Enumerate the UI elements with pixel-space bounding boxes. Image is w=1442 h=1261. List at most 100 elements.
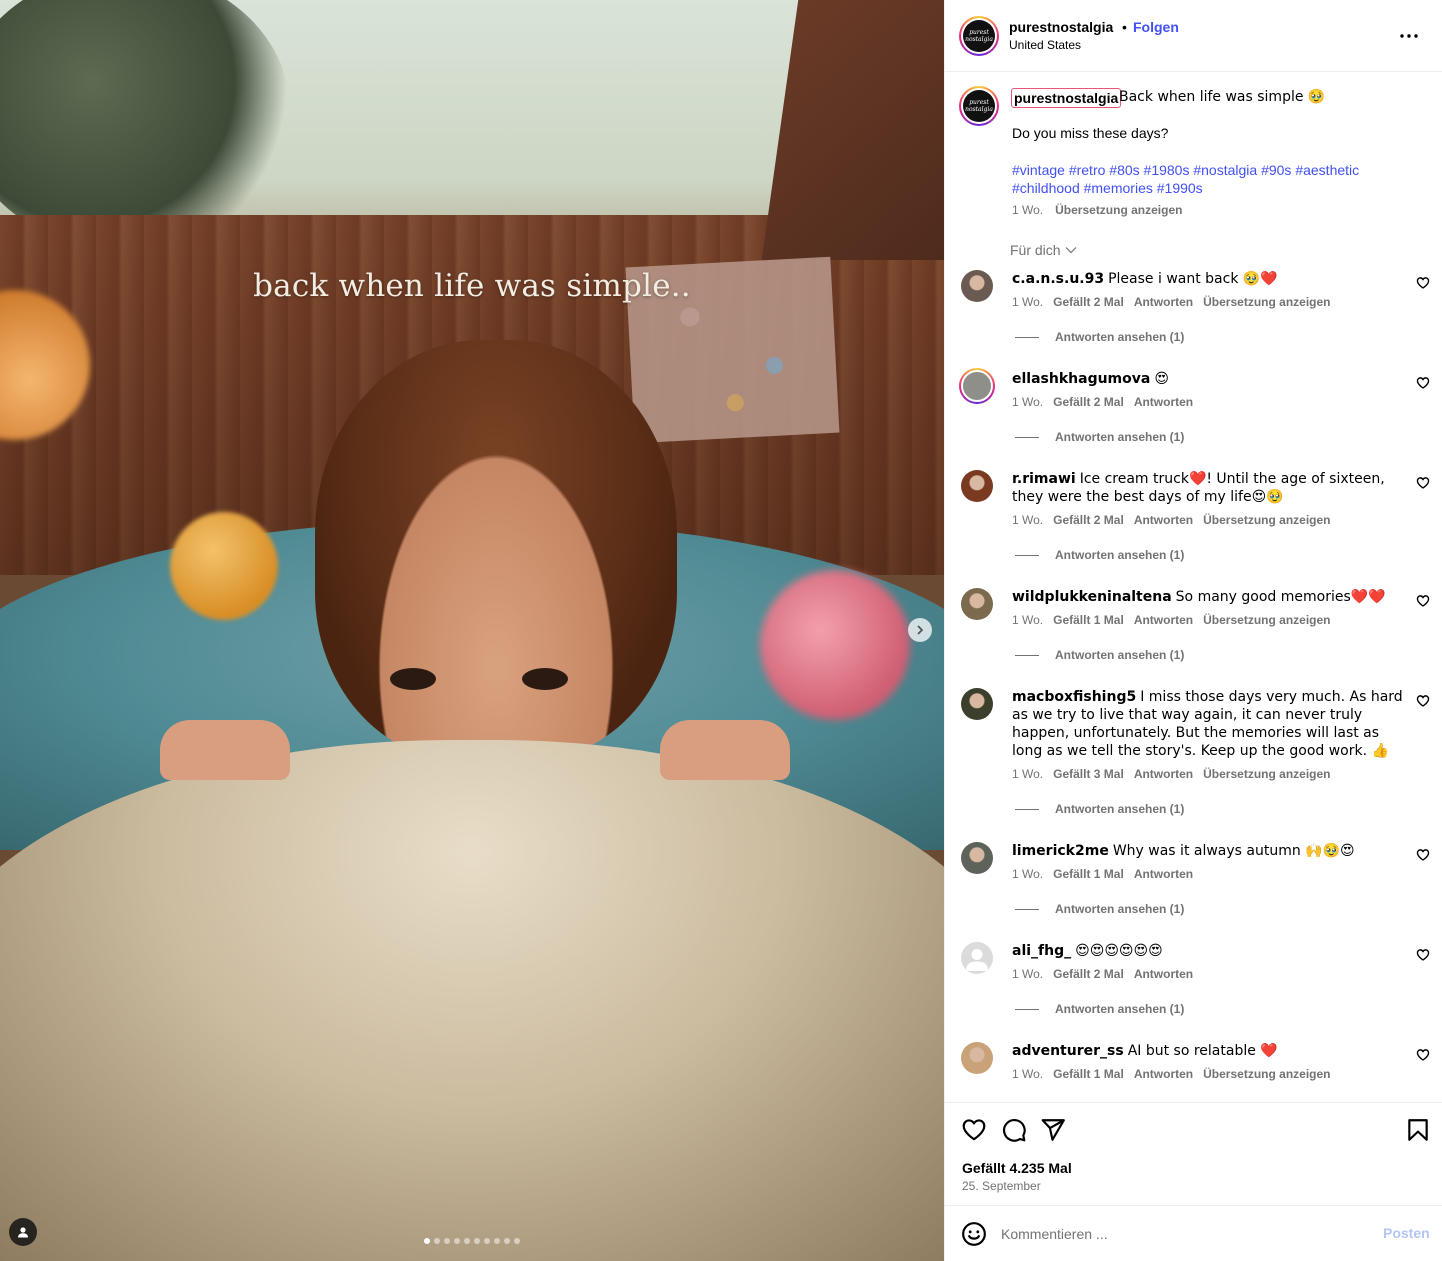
view-replies-button[interactable]: Antworten ansehen (1)	[1015, 330, 1184, 344]
comment-likes[interactable]: Gefällt 1 Mal	[1053, 613, 1124, 627]
post-image[interactable]: back when life was simple..	[0, 0, 944, 1261]
translate-button[interactable]: Übersetzung anzeigen	[1203, 1067, 1330, 1081]
reply-button[interactable]: Antworten	[1134, 513, 1193, 527]
view-replies-button[interactable]: Antworten ansehen (1)	[1015, 802, 1184, 816]
post-comment-button[interactable]: Posten	[1383, 1225, 1430, 1241]
avatar[interactable]	[959, 368, 995, 404]
comment-icon[interactable]	[1001, 1117, 1027, 1143]
comment-username[interactable]: c.a.n.s.u.93	[1012, 271, 1104, 287]
view-replies-label: Antworten ansehen (1)	[1055, 430, 1185, 444]
reply-button[interactable]: Antworten	[1134, 967, 1193, 981]
follow-button[interactable]: Folgen	[1133, 19, 1179, 35]
comment-body: adventurer_ss AI but so relatable ❤️	[1012, 1042, 1404, 1060]
heart-icon[interactable]	[1416, 694, 1430, 708]
post-date[interactable]: 25. September	[962, 1179, 1041, 1193]
view-replies-button[interactable]: Antworten ansehen (1)	[1015, 648, 1184, 662]
photo-pink-ball	[760, 570, 910, 720]
heart-icon[interactable]	[1416, 848, 1430, 862]
heart-icon[interactable]	[1416, 476, 1430, 490]
translate-button[interactable]: Übersetzung anzeigen	[1203, 513, 1330, 527]
reply-button[interactable]: Antworten	[1134, 295, 1193, 309]
view-replies-button[interactable]: Antworten ansehen (1)	[1015, 548, 1184, 562]
location-link[interactable]: United States	[1009, 38, 1081, 52]
emoji-icon[interactable]	[961, 1221, 987, 1247]
comment-input[interactable]	[1001, 1224, 1361, 1244]
reply-button[interactable]: Antworten	[1134, 613, 1193, 627]
caption-username[interactable]: purestnostalgia	[1011, 88, 1122, 108]
comment-time[interactable]: 1 Wo.	[1012, 395, 1043, 409]
caption-time[interactable]: 1 Wo.	[1012, 203, 1043, 217]
comment-meta: 1 Wo. Gefällt 2 Mal Antworten Übersetzung a…	[1012, 513, 1341, 527]
translate-button[interactable]: Übersetzung anzeigen	[1055, 203, 1182, 217]
comment-username[interactable]: limerick2me	[1012, 843, 1109, 859]
comment-username[interactable]: wildplukkeninaltena	[1012, 589, 1172, 605]
comment-time[interactable]: 1 Wo.	[1012, 767, 1043, 781]
avatar[interactable]	[961, 270, 993, 302]
comment-time[interactable]: 1 Wo.	[1012, 295, 1043, 309]
translate-button[interactable]: Übersetzung anzeigen	[1203, 295, 1330, 309]
view-replies-button[interactable]: Antworten ansehen (1)	[1015, 1002, 1184, 1016]
carousel-next-button[interactable]	[908, 618, 932, 642]
avatar[interactable]	[961, 1042, 993, 1074]
avatar[interactable]	[961, 942, 993, 974]
comment-body: c.a.n.s.u.93 Please i want back 🥹❤️	[1012, 270, 1404, 288]
comment-likes[interactable]: Gefällt 3 Mal	[1053, 767, 1124, 781]
avatar[interactable]	[961, 588, 993, 620]
comment-likes[interactable]: Gefällt 2 Mal	[1053, 967, 1124, 981]
comment-time[interactable]: 1 Wo.	[1012, 867, 1043, 881]
caption-meta: 1 Wo. Übersetzung anzeigen	[1012, 203, 1182, 217]
chevron-right-icon	[917, 625, 923, 635]
comment-username[interactable]: r.rimawi	[1012, 471, 1076, 487]
comment-username[interactable]: macboxfishing5	[1012, 689, 1136, 705]
bookmark-icon[interactable]	[1405, 1117, 1431, 1143]
avatar[interactable]	[961, 842, 993, 874]
comment-likes[interactable]: Gefällt 2 Mal	[1053, 513, 1124, 527]
carousel-dot	[474, 1238, 480, 1244]
reply-button[interactable]: Antworten	[1134, 1067, 1193, 1081]
comment-meta: 1 Wo. Gefällt 2 Mal Antworten Übersetzung a…	[1012, 295, 1341, 309]
comment-likes[interactable]: Gefällt 2 Mal	[1053, 295, 1124, 309]
reply-button[interactable]: Antworten	[1134, 767, 1193, 781]
user-tag-icon	[18, 1227, 28, 1238]
comment-likes[interactable]: Gefällt 2 Mal	[1053, 395, 1124, 409]
comment-likes[interactable]: Gefällt 1 Mal	[1053, 1067, 1124, 1081]
comment-filter-dropdown[interactable]: Für dich	[1010, 242, 1077, 258]
likes-count[interactable]: Gefällt 4.235 Mal	[962, 1160, 1072, 1176]
comment-username[interactable]: adventurer_ss	[1012, 1043, 1124, 1059]
comment-time[interactable]: 1 Wo.	[1012, 1067, 1043, 1081]
comment-likes[interactable]: Gefällt 1 Mal	[1053, 867, 1124, 881]
caption-hashtags[interactable]: #vintage #retro #80s #1980s #nostalgia #…	[1012, 161, 1402, 197]
share-icon[interactable]	[1040, 1117, 1066, 1143]
heart-icon[interactable]	[961, 1117, 987, 1143]
comment-text: AI but so relatable ❤️	[1127, 1043, 1278, 1059]
comment-time[interactable]: 1 Wo.	[1012, 513, 1043, 527]
avatar[interactable]: purest nostalgia	[959, 16, 999, 56]
header-username[interactable]: purestnostalgia	[1009, 19, 1113, 35]
comment-username[interactable]: ellashkhagumova	[1012, 371, 1150, 387]
post-header: purest nostalgia purestnostalgia • Folgen…	[945, 0, 1442, 72]
comment-meta: 1 Wo. Gefällt 2 Mal Antworten	[1012, 967, 1203, 981]
heart-icon[interactable]	[1416, 594, 1430, 608]
comment-text: Please i want back 🥹❤️	[1108, 271, 1278, 287]
comment-body: r.rimawi Ice cream truck❤️! Until the age…	[1012, 470, 1404, 506]
avatar[interactable]	[961, 688, 993, 720]
comment-username[interactable]: ali_fhg_	[1012, 943, 1071, 959]
view-replies-button[interactable]: Antworten ansehen (1)	[1015, 430, 1184, 444]
heart-icon[interactable]	[1416, 276, 1430, 290]
heart-icon[interactable]	[1416, 948, 1430, 962]
comment-time[interactable]: 1 Wo.	[1012, 613, 1043, 627]
comments-list[interactable]: purest nostalgia purestnostalgia Back whe…	[945, 72, 1442, 1102]
reply-button[interactable]: Antworten	[1134, 867, 1193, 881]
comment-meta: 1 Wo. Gefällt 1 Mal Antworten Übersetzung a…	[1012, 1067, 1341, 1081]
heart-icon[interactable]	[1416, 1048, 1430, 1062]
avatar[interactable]	[961, 470, 993, 502]
translate-button[interactable]: Übersetzung anzeigen	[1203, 613, 1330, 627]
reply-button[interactable]: Antworten	[1134, 395, 1193, 409]
avatar[interactable]: purest nostalgia	[959, 86, 999, 126]
view-replies-button[interactable]: Antworten ansehen (1)	[1015, 902, 1184, 916]
more-options-button[interactable]	[1397, 24, 1421, 48]
photo-child-hand	[660, 720, 790, 780]
translate-button[interactable]: Übersetzung anzeigen	[1203, 767, 1330, 781]
comment-time[interactable]: 1 Wo.	[1012, 967, 1043, 981]
heart-icon[interactable]	[1416, 376, 1430, 390]
